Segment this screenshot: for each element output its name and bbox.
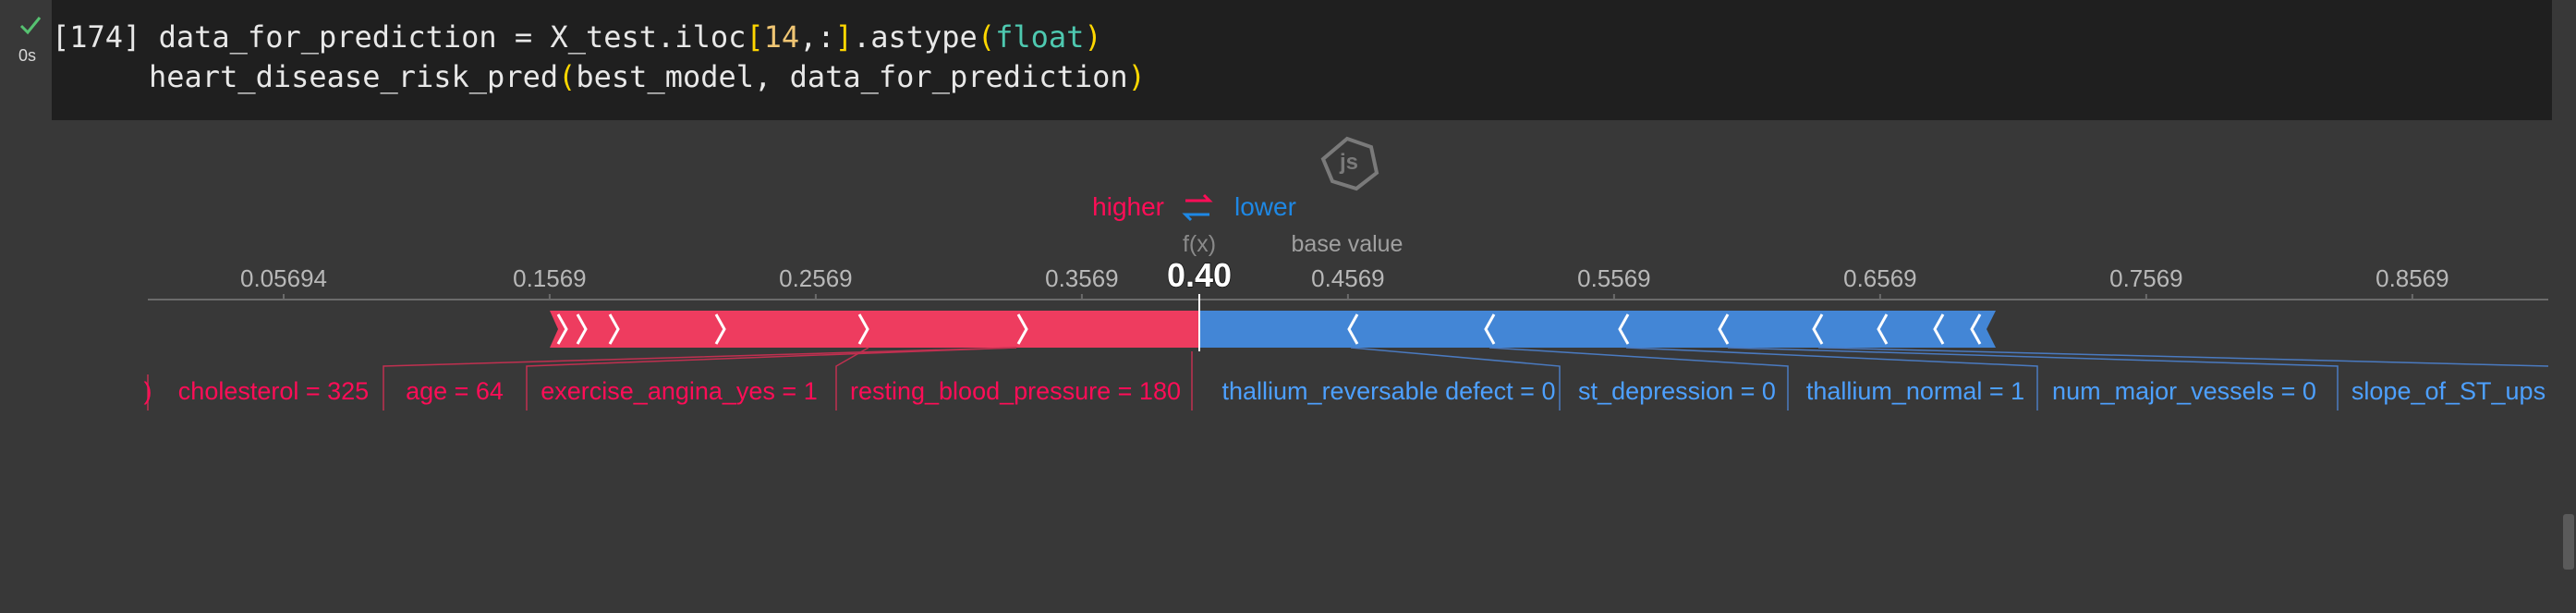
code-line-2: heart_disease_risk_pred(best_model, data…	[149, 58, 1146, 95]
code-cell[interactable]: [174] data_for_prediction = X_test.iloc[…	[52, 0, 2552, 120]
axis-tick-label: 0.4569	[1311, 264, 1385, 292]
axis-tick-label: 0.3569	[1045, 264, 1119, 292]
cell-gutter: 0s	[0, 0, 52, 120]
feature-label-truncated: )	[144, 377, 152, 405]
code-token: ,:	[799, 19, 835, 55]
feature-label-positive: cholesterol = 325	[178, 377, 369, 405]
execution-count: [174]	[52, 19, 141, 55]
feature-label-negative: num_major_vessels = 0	[2052, 377, 2316, 405]
axis-tick-label: 0.1569	[513, 264, 587, 292]
axis-ticks: 0.05694 0.1569 0.2569 0.3569 0.4569 0.5569 0.6…	[240, 264, 2449, 300]
axis-tick-label: 0.05694	[240, 264, 327, 292]
axis-tick-label: 0.2569	[779, 264, 853, 292]
feature-label-positive: age = 64	[406, 377, 504, 405]
code-token: (	[977, 19, 996, 55]
swap-arrows-icon	[1182, 193, 1213, 222]
axis-tick-label: 0.5569	[1577, 264, 1651, 292]
axis-tick-label: 0.7569	[2109, 264, 2183, 292]
feature-label-negative: thallium_reversable defect = 0	[1222, 377, 1556, 405]
base-value-label: base value	[1292, 231, 1403, 257]
js-badge-icon: js	[1320, 136, 1379, 191]
code-token: heart_disease_risk_pred	[149, 59, 559, 94]
code-token: )	[1084, 19, 1102, 55]
code-token: )	[1127, 59, 1146, 94]
code-line-1: [174] data_for_prediction = X_test.iloc[…	[52, 18, 1102, 55]
axis-tick-label: 0.6569	[1843, 264, 1917, 292]
feature-label-negative: thallium_normal = 1	[1806, 377, 2024, 405]
js-badge-label: js	[1339, 150, 1358, 175]
code-token: 14	[763, 19, 800, 55]
feature-label-negative: st_depression = 0	[1578, 377, 1776, 405]
fx-value: 0.40	[1167, 256, 1232, 294]
feature-label-positive: resting_blood_pressure = 180	[850, 377, 1181, 405]
code-token: ]	[834, 19, 853, 55]
code-token: float	[995, 19, 1085, 55]
legend-higher: higher	[1092, 192, 1164, 221]
code-token: [	[746, 19, 764, 55]
feature-label-negative: slope_of_ST_ups	[2351, 377, 2546, 405]
feature-label-positive: exercise_angina_yes = 1	[541, 377, 817, 405]
fx-label: f(x)	[1183, 231, 1216, 257]
code-token: .astype	[852, 19, 978, 55]
scrollbar-thumb[interactable]	[2563, 514, 2574, 570]
negative-force-bar	[1199, 311, 1996, 348]
axis-tick-label: 0.8569	[2376, 264, 2449, 292]
force-plot: js higher lower f(x) base value 0.40 0.0…	[144, 136, 2549, 411]
positive-force-bar	[550, 311, 1199, 348]
cell-output: js higher lower f(x) base value 0.40 0.0…	[0, 120, 2576, 608]
code-token: data_for_prediction = X_test.iloc	[158, 19, 747, 55]
code-token: (	[558, 59, 577, 94]
execution-time: 0s	[18, 46, 37, 65]
check-icon[interactable]	[18, 13, 43, 37]
code-token: best_model, data_for_prediction	[576, 59, 1128, 94]
legend-lower: lower	[1234, 192, 1296, 221]
